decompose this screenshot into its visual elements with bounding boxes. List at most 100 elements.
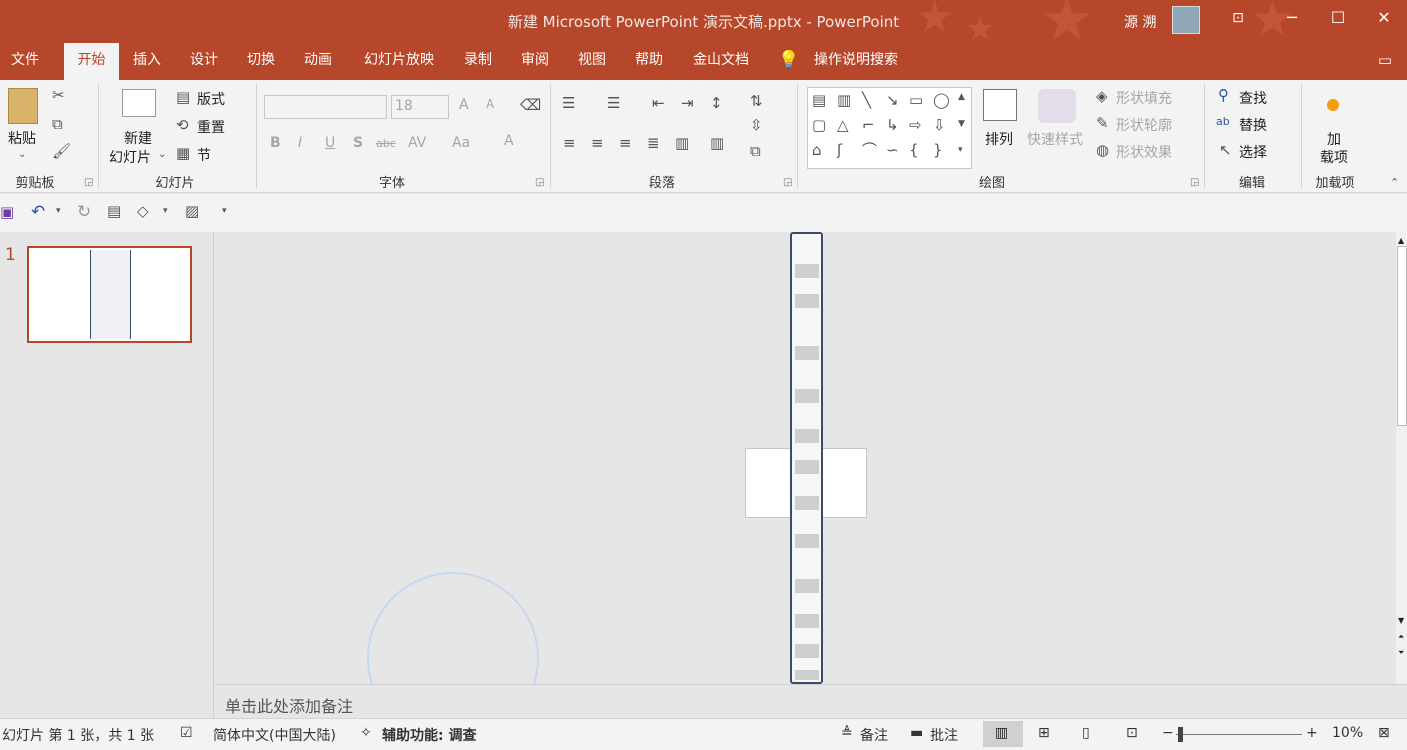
collapse-ribbon-icon[interactable]: ⌃ (1390, 177, 1399, 188)
right-arrow-shape-icon[interactable]: ⇨ (909, 118, 922, 133)
align-right-icon[interactable]: ≡ (619, 136, 632, 151)
align-text-icon[interactable]: ⇳ (750, 118, 763, 133)
comments-icon[interactable]: ▭ (1372, 43, 1398, 80)
new-slide-label[interactable]: 新建 (124, 128, 152, 148)
avatar[interactable] (1172, 6, 1200, 34)
cursor-icon[interactable]: ↖ (1219, 143, 1232, 158)
tab-home[interactable]: 开始 (64, 43, 119, 80)
next-slide-icon[interactable]: ⏷ (1398, 648, 1404, 658)
close-button[interactable]: ✕ (1360, 0, 1407, 36)
rectangle-shape-icon[interactable]: ▭ (909, 93, 923, 108)
user-name[interactable]: 源 溯 (1124, 12, 1156, 32)
left-brace-shape-icon[interactable]: { (909, 143, 919, 158)
distributed-icon[interactable]: ▥ (675, 136, 689, 151)
arc-shape-icon[interactable]: ⌒ (862, 143, 877, 158)
textbox-shape-icon[interactable]: ▤ (812, 93, 826, 108)
slide-thumbnail[interactable] (27, 246, 192, 343)
ribbon-display-options-icon[interactable]: ⊡ (1214, 0, 1262, 36)
zoom-slider-handle[interactable] (1178, 727, 1183, 742)
font-size-select[interactable]: 18 (391, 95, 449, 119)
text-direction-icon[interactable]: ⇅ (750, 94, 763, 109)
numbering-icon[interactable]: ☰ (607, 96, 620, 111)
scroll-down-icon[interactable]: ▼ (1398, 616, 1404, 625)
slide-sorter-icon[interactable]: ⊞ (1038, 725, 1050, 741)
grow-font-button[interactable]: A (459, 97, 469, 113)
smartart-icon[interactable]: ⧉ (750, 144, 761, 159)
decrease-indent-icon[interactable]: ⇤ (652, 96, 665, 111)
fit-to-window-icon[interactable]: ⊠ (1378, 725, 1390, 741)
clear-format-icon[interactable]: ⌫ (520, 98, 541, 113)
chevron-down-icon[interactable]: ▾ (163, 207, 168, 216)
scrollbar-thumb[interactable] (1397, 246, 1407, 426)
quick-styles-button[interactable]: 快速样式 (1027, 129, 1083, 149)
italic-button[interactable]: I (298, 135, 302, 151)
tab-animations[interactable]: 动画 (295, 43, 341, 80)
addins-label[interactable]: 加 (1327, 129, 1341, 149)
tab-insert[interactable]: 插入 (124, 43, 170, 80)
slideshow-view-icon[interactable]: ⊡ (1126, 725, 1138, 741)
cut-icon[interactable]: ✂ (52, 88, 65, 103)
previous-slide-icon[interactable]: ⏶ (1398, 632, 1404, 642)
font-color-button[interactable]: A (504, 133, 514, 149)
line-shape-icon[interactable]: ╲ (862, 93, 871, 108)
chevron-down-icon[interactable]: ▾ (56, 207, 61, 216)
vertical-textbox-shape-icon[interactable]: ▥ (837, 93, 851, 108)
paint-bucket-icon[interactable]: ◈ (1096, 89, 1108, 104)
underline-button[interactable]: U (325, 135, 335, 151)
present-icon[interactable]: ▨ (185, 204, 199, 219)
notes-placeholder[interactable]: 单击此处添加备注 (225, 693, 353, 717)
columns-icon[interactable]: ▥ (710, 136, 724, 151)
curve-shape-icon[interactable]: ∽ (886, 143, 899, 158)
section-button[interactable]: 节 (197, 145, 211, 165)
notes-pane[interactable]: 单击此处添加备注 (215, 684, 1407, 718)
scribble-shape-icon[interactable]: ʃ (837, 143, 842, 158)
tab-record[interactable]: 录制 (455, 43, 501, 80)
font-launcher-icon[interactable]: ◲ (535, 177, 544, 188)
reset-icon[interactable]: ⟲ (176, 118, 189, 133)
copy-icon[interactable]: ⧉ (52, 117, 63, 132)
tab-review[interactable]: 审阅 (512, 43, 558, 80)
quick-styles-icon[interactable] (1038, 89, 1076, 123)
tab-transitions[interactable]: 切换 (238, 43, 284, 80)
addins-icon[interactable] (1327, 99, 1339, 111)
character-spacing-button[interactable]: AV (408, 135, 426, 151)
elbow-arrow-shape-icon[interactable]: ↳ (886, 118, 899, 133)
tab-slideshow[interactable]: 幻灯片放映 (355, 43, 443, 80)
elbow-connector-shape-icon[interactable]: ⌐ (862, 118, 875, 133)
clipboard-launcher-icon[interactable]: ◲ (84, 177, 93, 188)
freeform-shape-icon[interactable]: ⌂ (812, 143, 822, 158)
pen-icon[interactable]: ✎ (1096, 116, 1109, 131)
shape-effects-button[interactable]: 形状效果 (1116, 142, 1172, 162)
vertical-scrollbar[interactable]: ▲ ▼ ⏶ ⏷ (1396, 232, 1407, 684)
textbox-icon[interactable]: ▤ (107, 204, 121, 219)
chevron-down-icon[interactable]: ⌄ (158, 150, 166, 160)
lightbulb-icon[interactable]: 💡 (778, 43, 800, 80)
tab-kingsoft-docs[interactable]: 金山文档 (686, 43, 756, 80)
comments-status-icon[interactable]: ▬ (910, 725, 923, 741)
shapes-icon[interactable]: ◇ (137, 204, 149, 219)
select-button[interactable]: 选择 (1239, 142, 1267, 162)
tab-design[interactable]: 设计 (181, 43, 227, 80)
minimize-button[interactable]: ─ (1268, 0, 1316, 36)
triangle-shape-icon[interactable]: △ (837, 118, 849, 133)
arrange-icon[interactable] (983, 89, 1017, 121)
tab-view[interactable]: 视图 (569, 43, 615, 80)
tab-help[interactable]: 帮助 (626, 43, 672, 80)
gallery-up-icon[interactable]: ▲ (958, 93, 965, 102)
bold-button[interactable]: B (270, 135, 281, 151)
undo-icon[interactable]: ↶ (31, 204, 45, 221)
drawing-launcher-icon[interactable]: ◲ (1190, 177, 1199, 188)
zoom-level[interactable]: 10% (1332, 725, 1363, 741)
save-icon[interactable]: ▣ (0, 205, 14, 220)
zoom-slider[interactable] (1176, 734, 1302, 735)
shape-outline-button[interactable]: 形状轮廓 (1116, 115, 1172, 135)
replace-button[interactable]: 替换 (1239, 115, 1267, 135)
format-painter-icon[interactable]: 🖌 (52, 144, 71, 159)
addins-button[interactable]: 载项 (1320, 147, 1348, 167)
notes-icon[interactable]: ≜ (841, 725, 853, 741)
arrow-line-shape-icon[interactable]: ↘ (886, 93, 899, 108)
customize-toolbar-icon[interactable]: ▾ (222, 207, 227, 216)
justify-icon[interactable]: ≣ (647, 136, 660, 151)
align-left-icon[interactable]: ≡ (563, 136, 576, 151)
accessibility-status[interactable]: 辅助功能: 调查 (382, 725, 476, 745)
